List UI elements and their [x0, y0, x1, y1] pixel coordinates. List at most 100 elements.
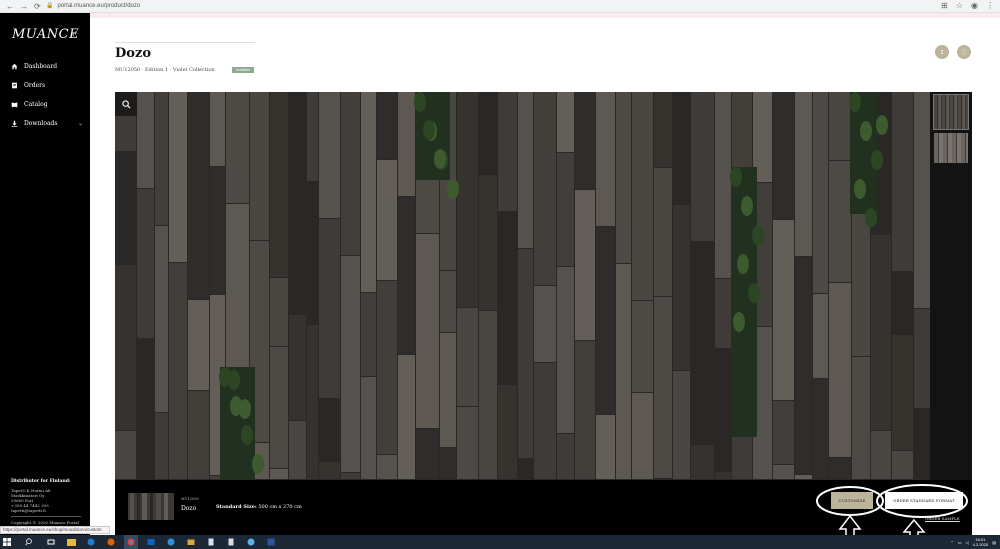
sidebar-item-catalog[interactable]: Catalog	[11, 95, 83, 114]
windows-start-icon[interactable]	[0, 535, 14, 549]
ie-icon[interactable]	[164, 535, 178, 549]
orders-icon	[11, 82, 18, 89]
distributor-line[interactable]: tapetti@tapetti.fi	[11, 508, 86, 513]
divider	[11, 516, 81, 517]
firefox-icon[interactable]	[104, 535, 118, 549]
wood-plank	[892, 92, 913, 271]
catalog-icon	[11, 101, 18, 108]
wood-plank	[691, 445, 714, 479]
thumbnail-wallpaper[interactable]	[933, 94, 969, 130]
clock[interactable]: 16:01 4.3.2020	[973, 537, 989, 547]
folder-icon[interactable]	[184, 535, 198, 549]
wood-plank	[361, 377, 376, 479]
outlook-icon[interactable]	[144, 535, 158, 549]
order-standard-format-button[interactable]: ORDER STANDARD FORMAT	[885, 492, 963, 509]
wood-plank	[518, 92, 533, 248]
product-image-viewer[interactable]	[115, 92, 972, 480]
wood-plank	[829, 283, 851, 457]
sidebar-menu: Dashboard Orders Catalog Downloads ⌄	[11, 57, 83, 133]
paint-icon[interactable]	[244, 535, 258, 549]
wood-plank	[575, 92, 595, 189]
wood-plank	[498, 212, 517, 384]
sidebar-item-downloads[interactable]: Downloads ⌄	[11, 114, 83, 133]
leaf	[860, 121, 872, 141]
chevron-up-icon[interactable]: ⌃	[950, 540, 953, 545]
wood-plank	[632, 301, 653, 392]
wood-plank	[377, 281, 397, 454]
wood-plank	[115, 152, 136, 264]
wood-plank	[341, 256, 360, 472]
wood-plank	[795, 475, 812, 479]
wood-plank	[137, 92, 154, 188]
info-button[interactable]: ⓘ	[957, 45, 971, 59]
wood-plank	[479, 92, 497, 174]
account-icon[interactable]: ◉	[971, 1, 978, 10]
menu-icon[interactable]: ⋮	[986, 1, 994, 10]
reload-icon[interactable]: ⟳	[34, 2, 41, 11]
star-icon[interactable]: ☆	[956, 1, 963, 10]
wood-plank	[813, 92, 828, 293]
wood-plank	[270, 469, 288, 479]
translate-icon[interactable]: ⊞	[941, 1, 948, 10]
address-bar[interactable]: 🔒 portal.muance.eu/product/dozo	[46, 2, 926, 11]
notifications-icon[interactable]: ▤	[992, 540, 996, 545]
wood-plank	[575, 341, 595, 479]
wood-plank	[892, 335, 913, 450]
wood-plank	[416, 429, 439, 479]
wood-plank	[115, 265, 136, 430]
sidebar-item-label: Downloads	[24, 120, 58, 127]
word-icon[interactable]	[264, 535, 278, 549]
volume-icon[interactable]: ◁	[966, 540, 969, 545]
network-icon[interactable]: ▭	[958, 540, 962, 545]
wood-plank	[914, 92, 931, 308]
wood-plank	[773, 401, 794, 464]
distributor-info: Distributor for Finland: TapetU.K.Nurmi …	[11, 479, 86, 525]
forward-icon[interactable]: →	[20, 2, 28, 11]
leaf	[252, 454, 264, 474]
search-icon[interactable]	[22, 535, 36, 549]
wood-plank	[289, 421, 306, 479]
collapse-icon[interactable]: ‹	[72, 29, 75, 39]
product-name: Dozo	[181, 505, 197, 512]
status-badge: Available	[232, 67, 254, 73]
wood-plank	[226, 92, 249, 203]
thumbnail-room[interactable]	[934, 133, 968, 163]
logo[interactable]: MUANCE	[12, 27, 79, 42]
wood-plank	[457, 92, 478, 307]
wood-plank	[715, 472, 731, 479]
wood-plank	[596, 92, 615, 226]
download-button[interactable]: ↥	[935, 45, 949, 59]
wood-plank	[457, 308, 478, 406]
page-top-strip	[0, 13, 1000, 18]
zoom-button[interactable]	[115, 92, 137, 116]
product-subtitle: MU12050 · Edition 1 · Violet Collection	[115, 67, 215, 73]
leaf	[876, 115, 888, 135]
wood-plank	[115, 431, 136, 479]
sidebar-item-orders[interactable]: Orders	[11, 76, 83, 95]
wood-plank	[341, 473, 360, 479]
file-explorer-icon[interactable]	[64, 535, 78, 549]
wood-plank	[518, 249, 533, 458]
download-icon	[11, 120, 18, 127]
product-code: MU12050	[181, 497, 199, 501]
document-icon[interactable]	[224, 535, 238, 549]
wood-plank	[596, 227, 615, 414]
sidebar-item-dashboard[interactable]: Dashboard	[11, 57, 83, 76]
wood-plank	[892, 451, 913, 479]
distributor-title: Distributor for Finland:	[11, 479, 71, 484]
edge-icon[interactable]	[84, 535, 98, 549]
chrome-icon[interactable]	[124, 535, 138, 549]
wood-plank	[616, 92, 631, 263]
wood-plank	[813, 379, 828, 479]
order-sample-link[interactable]: ORDER SAMPLE	[925, 516, 960, 521]
wood-plank	[440, 448, 456, 479]
wood-plank	[226, 204, 249, 368]
back-icon[interactable]: ←	[6, 2, 14, 11]
wood-plank	[715, 349, 731, 471]
wood-plank	[188, 391, 209, 479]
leaf	[854, 179, 866, 199]
task-view-icon[interactable]	[44, 535, 58, 549]
size-value: 500 cm x 270 cm	[258, 504, 302, 510]
customize-button[interactable]: CUSTOMIZE	[831, 492, 873, 509]
notepad-icon[interactable]	[204, 535, 218, 549]
